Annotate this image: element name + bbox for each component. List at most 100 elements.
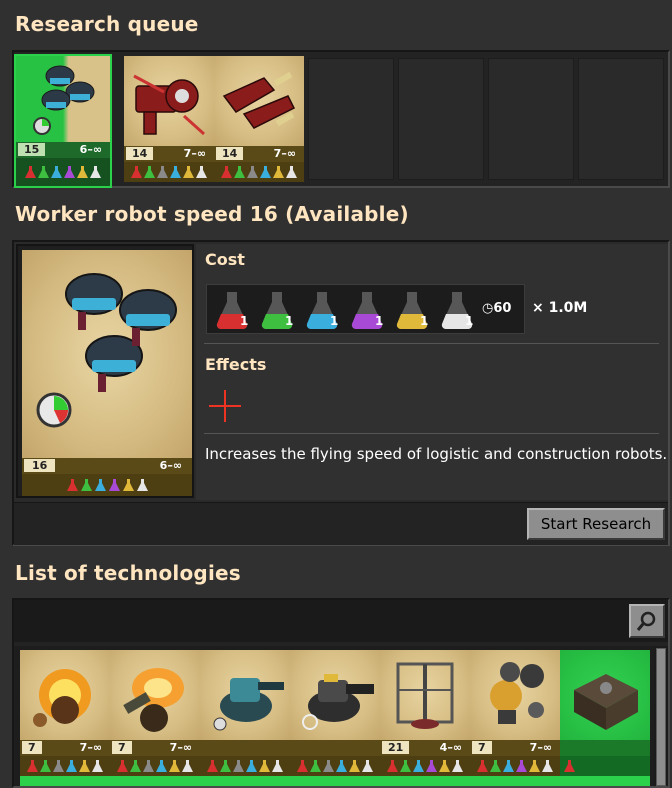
yellow-science-icon [79, 759, 90, 773]
white-science-icon [286, 165, 297, 179]
tech-tile-follower-robot-count[interactable]: 7 7–∞ [470, 650, 560, 776]
start-research-button[interactable]: Start Research [527, 508, 665, 540]
white-science-icon [362, 759, 373, 773]
red-science-icon [27, 759, 38, 773]
tech-level-range: 7–∞ [169, 741, 192, 754]
queue-empty-slot [398, 58, 484, 180]
purple-science-icon [426, 759, 437, 773]
green-science-icon [490, 759, 501, 773]
yellow-science-icon [529, 759, 540, 773]
tech-level-range: 7–∞ [79, 741, 102, 754]
tech-tile-completed[interactable] [560, 650, 650, 776]
gray-science-icon [53, 759, 64, 773]
white-science-icon [90, 165, 101, 179]
tech-art [470, 650, 560, 740]
white-science-icon [182, 759, 193, 773]
red-science-icon [564, 759, 575, 773]
crosshair-icon [209, 390, 241, 422]
combat-robot-icon [490, 662, 544, 724]
tech-tile-laser-turret[interactable] [200, 650, 290, 776]
tech-tile-mining-productivity[interactable]: 21 4–∞ [380, 650, 470, 776]
pack-count: 1 [375, 314, 384, 328]
research-time: ◷60 [482, 301, 511, 316]
selected-tech-tile: 16 6–∞ [16, 244, 194, 498]
tech-level-range: 7–∞ [273, 147, 296, 160]
tech-art [560, 650, 650, 740]
clock-icon: ◷ [482, 301, 494, 316]
tech-level-range: 7–∞ [529, 741, 552, 754]
gray-science-icon [157, 165, 168, 179]
projectile-damage-icon [133, 74, 206, 136]
purple-science-icon [516, 759, 527, 773]
yellow-science-icon [273, 165, 284, 179]
tech-art [214, 56, 304, 146]
tech-tile-gun-turret[interactable] [290, 650, 380, 776]
green-science-icon [38, 165, 49, 179]
science-packs-row [380, 756, 470, 776]
queue-empty-slot [578, 58, 664, 180]
tech-level: 14 [126, 147, 154, 160]
tech-art [110, 650, 200, 740]
tech-art [380, 650, 470, 740]
green-science-icon [310, 759, 321, 773]
search-icon [636, 611, 656, 631]
red-science-icon [117, 759, 128, 773]
tech-level: 21 [382, 741, 410, 754]
blue-science-icon [413, 759, 424, 773]
weapon-shooting-speed-icon [222, 71, 296, 129]
green-science-icon [130, 759, 141, 773]
queue-item-worker-robot-speed[interactable]: 15 6–∞ [14, 54, 112, 188]
blue-science-icon [336, 759, 347, 773]
science-packs-row [200, 756, 290, 776]
tech-level: 15 [18, 143, 46, 156]
gun-turret-icon [302, 674, 374, 730]
gray-science-icon [143, 759, 154, 773]
tech-list-scrollbar[interactable] [654, 646, 668, 786]
tech-tile-next-row[interactable] [560, 776, 650, 786]
mining-drill-icon [396, 662, 454, 729]
effects-label: Effects [205, 355, 267, 374]
gray-science-icon [247, 165, 258, 179]
red-science-icon [66, 478, 78, 492]
queue-item-physical-projectile-damage[interactable]: 14 7–∞ [124, 56, 214, 182]
yellow-science-icon [77, 165, 88, 179]
queue-item-weapon-shooting-speed[interactable]: 14 7–∞ [214, 56, 304, 182]
blue-science-icon [156, 759, 167, 773]
tech-level: 7 [472, 741, 492, 754]
search-input[interactable] [18, 604, 622, 638]
tech-level: 16 [24, 459, 56, 472]
selected-tech-title: Worker robot speed 16 (Available) [15, 202, 409, 226]
pack-count: 1 [285, 314, 294, 328]
yellow-science-icon [349, 759, 360, 773]
blue-science-icon [170, 165, 181, 179]
tech-art [20, 650, 110, 740]
tech-level-range: 7–∞ [183, 147, 206, 160]
gray-science-icon [323, 759, 334, 773]
tech-tile-next-row[interactable] [20, 776, 560, 786]
yellow-science-icon [169, 759, 180, 773]
tech-list-title: List of technologies [15, 561, 241, 585]
tech-tile-stronger-explosives[interactable]: 7 7–∞ [20, 650, 110, 776]
science-packs-row [20, 756, 110, 776]
tech-art [16, 56, 110, 142]
tech-art [124, 56, 214, 146]
science-packs-row [560, 756, 650, 776]
yellow-science-icon [259, 759, 270, 773]
red-science-icon [297, 759, 308, 773]
research-queue-title: Research queue [15, 12, 199, 36]
scrollbar-thumb[interactable] [656, 648, 666, 786]
assembling-machine-icon [574, 674, 638, 730]
yellow-science-icon [122, 478, 134, 492]
search-button[interactable] [629, 604, 665, 638]
flame-icon [123, 668, 184, 732]
pack-count: 1 [420, 314, 429, 328]
blue-science-icon [260, 165, 271, 179]
tech-level-range: 6–∞ [79, 143, 102, 156]
turret-icon [213, 678, 284, 731]
tech-tile-refined-flammables[interactable]: 7 7–∞ [110, 650, 200, 776]
white-science-icon [136, 478, 148, 492]
science-packs-row [16, 158, 110, 186]
blue-science-icon [94, 478, 106, 492]
science-packs-row [22, 474, 192, 496]
red-science-icon [131, 165, 142, 179]
